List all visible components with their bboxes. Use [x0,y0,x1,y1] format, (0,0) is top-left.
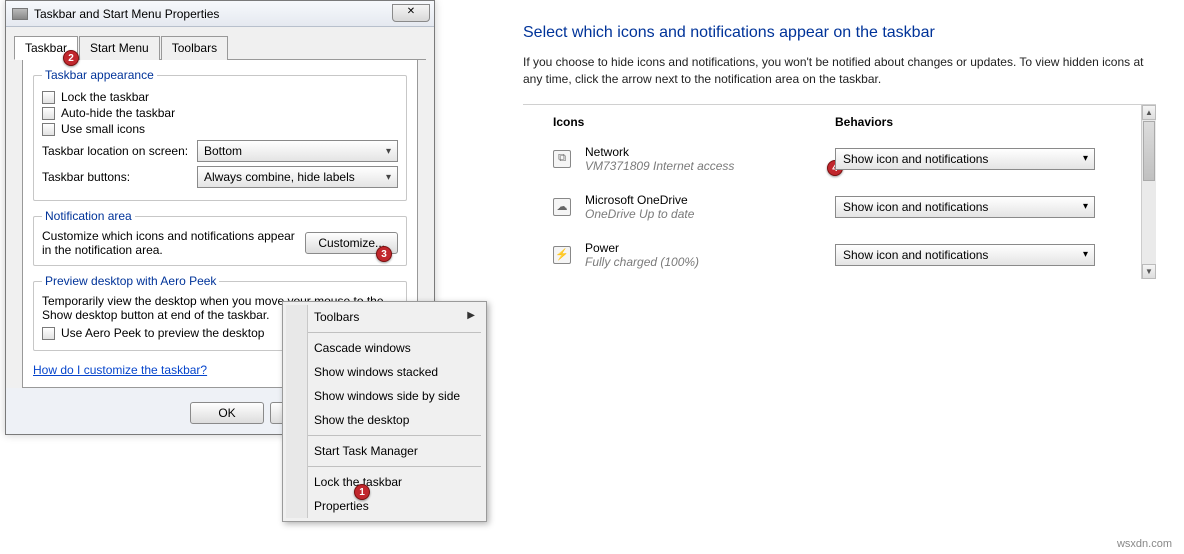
power-icon: ⚡ [553,246,571,264]
close-button[interactable]: ✕ [392,4,430,22]
smallicons-label: Use small icons [61,122,145,136]
menu-properties[interactable]: Properties [286,494,483,518]
menu-stacked[interactable]: Show windows stacked [286,360,483,384]
icons-table: Icons Behaviors ⧉ Network VM7371809 Inte… [523,104,1156,279]
help-link[interactable]: How do I customize the taskbar? [33,363,207,377]
row-subtitle: Fully charged (100%) [585,255,835,269]
window-title: Taskbar and Start Menu Properties [34,7,219,21]
titlebar[interactable]: Taskbar and Start Menu Properties ✕ [6,1,434,27]
menu-taskmgr[interactable]: Start Task Manager [286,439,483,463]
page-instruction: If you choose to hide icons and notifica… [523,54,1163,88]
smallicons-checkbox[interactable] [42,123,55,136]
menu-showdesktop[interactable]: Show the desktop [286,408,483,432]
table-row: ⚡ Power Fully charged (100%) Show icon a… [523,231,1156,279]
location-label: Taskbar location on screen: [42,144,197,158]
menu-cascade[interactable]: Cascade windows [286,336,483,360]
taskbar-context-menu: Toolbars▶ Cascade windows Show windows s… [282,301,487,522]
tab-toolbars[interactable]: Toolbars [161,36,228,60]
row-subtitle: OneDrive Up to date [585,207,835,221]
ok-button[interactable]: OK [190,402,264,424]
autohide-checkbox[interactable] [42,107,55,120]
aero-peek-checkbox[interactable] [42,327,55,340]
behavior-combo-power[interactable]: Show icon and notifications [835,244,1095,266]
menu-separator [288,466,481,467]
behavior-combo-network[interactable]: Show icon and notifications [835,148,1095,170]
menu-sidebyside[interactable]: Show windows side by side [286,384,483,408]
row-subtitle: VM7371809 Internet access [585,159,835,173]
callout-badge-3: 3 [376,246,392,262]
menu-toolbars[interactable]: Toolbars▶ [286,305,483,329]
aero-legend: Preview desktop with Aero Peek [42,274,219,288]
lock-taskbar-label: Lock the taskbar [61,90,149,104]
menu-separator [288,332,481,333]
network-icon: ⧉ [553,150,571,168]
lock-taskbar-checkbox[interactable] [42,91,55,104]
scroll-down-button[interactable]: ▼ [1142,264,1156,279]
notification-desc: Customize which icons and notifications … [42,229,297,257]
aero-peek-label: Use Aero Peek to preview the desktop [61,326,264,340]
menu-separator [288,435,481,436]
location-combo[interactable]: Bottom [197,140,398,162]
autohide-label: Auto-hide the taskbar [61,106,175,120]
column-header-icons: Icons [553,115,835,129]
watermark: wsxdn.com [1117,538,1172,550]
scrollbar[interactable]: ▲ ▼ [1141,105,1156,279]
tab-startmenu[interactable]: Start Menu [79,36,160,60]
table-row: ⧉ Network VM7371809 Internet access Show… [523,135,1156,183]
page-title: Select which icons and notifications app… [523,24,1173,42]
scroll-up-button[interactable]: ▲ [1142,105,1156,120]
notification-legend: Notification area [42,209,135,223]
callout-badge-1: 1 [354,484,370,500]
appearance-legend: Taskbar appearance [42,68,157,82]
table-row: ☁ Microsoft OneDrive OneDrive Up to date… [523,183,1156,231]
notification-group: Notification area Customize which icons … [33,209,407,266]
column-header-behaviors: Behaviors [835,115,1156,129]
row-title: Microsoft OneDrive [585,193,835,207]
row-title: Power [585,241,835,255]
menu-lock[interactable]: Lock the taskbar [286,470,483,494]
buttons-combo[interactable]: Always combine, hide labels [197,166,398,188]
notification-icons-page: Select which icons and notifications app… [523,24,1173,279]
onedrive-icon: ☁ [553,198,571,216]
callout-badge-2: 2 [63,50,79,66]
window-icon [12,8,28,20]
behavior-combo-onedrive[interactable]: Show icon and notifications [835,196,1095,218]
row-title: Network [585,145,835,159]
submenu-arrow-icon: ▶ [467,310,475,321]
appearance-group: Taskbar appearance Lock the taskbar Auto… [33,68,407,201]
buttons-label: Taskbar buttons: [42,170,197,184]
scroll-thumb[interactable] [1143,121,1155,181]
